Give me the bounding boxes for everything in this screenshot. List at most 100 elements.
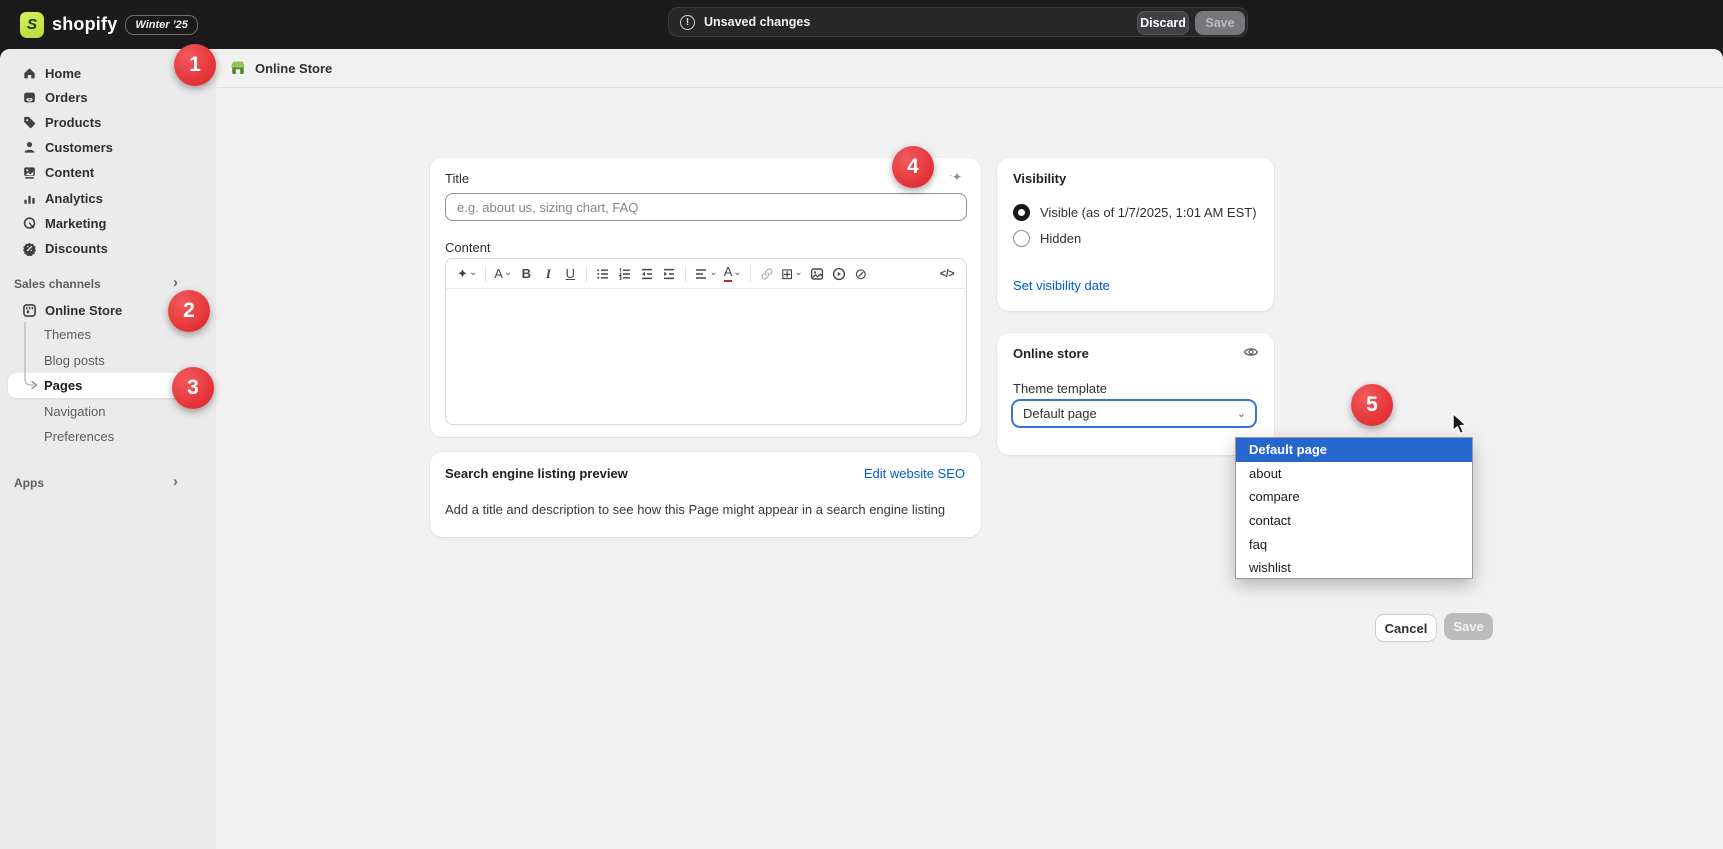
seo-card-title: Search engine listing preview bbox=[445, 466, 628, 481]
visibility-card-title: Visibility bbox=[1013, 171, 1066, 186]
dropdown-option-wishlist[interactable]: wishlist bbox=[1236, 556, 1472, 580]
outdent-icon[interactable] bbox=[637, 263, 657, 285]
breadcrumb-bar: Online Store bbox=[216, 49, 1723, 88]
sparkle-icon[interactable]: ˖✦ bbox=[949, 170, 962, 184]
dropdown-option-default-page[interactable]: Default page bbox=[1236, 438, 1472, 462]
version-badge: Winter ’25 bbox=[125, 15, 197, 35]
home-icon bbox=[22, 66, 37, 81]
sidebar-item-blog-posts[interactable]: Blog posts bbox=[8, 348, 190, 373]
bold-icon[interactable]: B bbox=[516, 263, 536, 285]
link-icon[interactable] bbox=[757, 263, 777, 285]
online-store-card-title: Online store bbox=[1013, 346, 1089, 361]
clear-format-icon[interactable]: ⊘ bbox=[851, 263, 871, 285]
set-visibility-date-link[interactable]: Set visibility date bbox=[1013, 278, 1110, 293]
sidebar-item-discounts[interactable]: Discounts bbox=[8, 236, 190, 260]
sidebar-item-themes[interactable]: Themes bbox=[8, 322, 190, 347]
save-button[interactable]: Save bbox=[1444, 613, 1493, 640]
sidebar-item-analytics[interactable]: Analytics bbox=[8, 186, 190, 210]
editor-toolbar: ✦⌄ A⌄ B I U ⌄ A⌄ ⊞⌄ ⊘ </> bbox=[446, 259, 966, 289]
hidden-radio-option[interactable]: Hidden bbox=[1013, 230, 1081, 247]
sidebar-item-online-store[interactable]: Online Store bbox=[8, 298, 190, 322]
apps-header[interactable]: Apps › bbox=[8, 472, 190, 494]
seo-card-description: Add a title and description to see how t… bbox=[445, 502, 945, 517]
eye-icon[interactable] bbox=[1243, 345, 1259, 364]
sidebar-item-customers[interactable]: Customers bbox=[8, 135, 190, 159]
sidebar-item-products[interactable]: Products bbox=[8, 110, 190, 134]
theme-template-value: Default page bbox=[1023, 406, 1097, 421]
discard-button[interactable]: Discard bbox=[1137, 11, 1189, 35]
annotation-badge-5: 5 bbox=[1351, 384, 1393, 426]
video-icon[interactable] bbox=[829, 263, 849, 285]
annotation-badge-4: 4 bbox=[892, 146, 934, 188]
products-icon bbox=[22, 115, 37, 130]
sidebar-item-home[interactable]: Home bbox=[8, 61, 190, 85]
theme-template-select[interactable]: Default page ⌄ bbox=[1011, 399, 1257, 428]
title-field-label: Title bbox=[445, 171, 469, 186]
shopify-bag-icon: S bbox=[20, 12, 44, 38]
bullet-list-icon[interactable] bbox=[593, 263, 613, 285]
ai-magic-icon[interactable]: ✦⌄ bbox=[455, 263, 479, 285]
annotation-badge-3: 3 bbox=[172, 367, 214, 409]
toolbar-divider bbox=[586, 266, 587, 282]
underline-icon[interactable]: U bbox=[560, 263, 580, 285]
page-details-card: Title ˖✦ Content ✦⌄ A⌄ B I U ⌄ A⌄ bbox=[430, 158, 981, 437]
toolbar-divider bbox=[750, 266, 751, 282]
top-bar: S shopify Winter ’25 ! Unsaved changes D… bbox=[0, 0, 1723, 49]
image-icon[interactable] bbox=[807, 263, 827, 285]
toolbar-divider bbox=[485, 266, 486, 282]
online-store-card: Online store Theme template Default page… bbox=[997, 333, 1274, 455]
storefront-icon bbox=[22, 303, 37, 318]
table-icon[interactable]: ⊞⌄ bbox=[779, 263, 805, 285]
dropdown-option-contact[interactable]: contact bbox=[1236, 509, 1472, 533]
sidebar-item-orders[interactable]: Orders bbox=[8, 85, 190, 109]
chevron-right-icon: › bbox=[173, 473, 178, 490]
sales-channels-header[interactable]: Sales channels › bbox=[8, 273, 190, 295]
annotation-badge-1: 1 bbox=[174, 44, 216, 86]
discounts-icon bbox=[22, 241, 37, 256]
sidebar-item-navigation[interactable]: Navigation bbox=[8, 399, 190, 424]
sidebar: Home Orders Products Customers Content A… bbox=[0, 49, 216, 849]
italic-icon[interactable]: I bbox=[538, 263, 558, 285]
numbered-list-icon[interactable] bbox=[615, 263, 635, 285]
visible-radio-option[interactable]: Visible (as of 1/7/2025, 1:01 AM EST) bbox=[1013, 204, 1257, 221]
save-button-topbar[interactable]: Save bbox=[1195, 11, 1245, 35]
indent-icon[interactable] bbox=[659, 263, 679, 285]
orders-icon bbox=[22, 90, 37, 105]
edit-website-seo-link[interactable]: Edit website SEO bbox=[864, 466, 965, 481]
rich-text-editor: ✦⌄ A⌄ B I U ⌄ A⌄ ⊞⌄ ⊘ </> bbox=[445, 258, 967, 425]
theme-template-label: Theme template bbox=[1013, 381, 1107, 396]
text-style-icon[interactable]: A⌄ bbox=[492, 263, 514, 285]
breadcrumb: Online Store bbox=[255, 61, 332, 76]
unsaved-changes-banner: ! Unsaved changes Discard Save bbox=[668, 7, 1248, 37]
toolbar-divider bbox=[685, 266, 686, 282]
chevron-right-icon: › bbox=[173, 274, 178, 291]
code-icon[interactable]: </> bbox=[937, 263, 957, 285]
radio-unselected-icon[interactable] bbox=[1013, 230, 1030, 247]
text-color-icon[interactable]: A⌄ bbox=[722, 263, 744, 285]
annotation-badge-2: 2 bbox=[168, 290, 210, 332]
sidebar-item-content[interactable]: Content bbox=[8, 160, 190, 184]
seo-card: Search engine listing preview Edit websi… bbox=[430, 452, 981, 537]
visibility-card: Visibility Visible (as of 1/7/2025, 1:01… bbox=[997, 158, 1274, 311]
content-icon bbox=[22, 165, 37, 180]
unsaved-changes-text: Unsaved changes bbox=[704, 15, 810, 29]
title-input[interactable] bbox=[445, 193, 967, 221]
theme-template-dropdown: Default page about compare contact faq w… bbox=[1235, 437, 1473, 579]
content-editor[interactable] bbox=[446, 289, 966, 425]
sidebar-item-marketing[interactable]: Marketing bbox=[8, 211, 190, 235]
radio-selected-icon[interactable] bbox=[1013, 204, 1030, 221]
marketing-icon bbox=[22, 216, 37, 231]
shopify-logo[interactable]: S shopify Winter ’25 bbox=[20, 11, 198, 38]
alert-icon: ! bbox=[680, 15, 695, 30]
cancel-button[interactable]: Cancel bbox=[1375, 614, 1437, 642]
shopify-wordmark: shopify bbox=[52, 14, 117, 35]
dropdown-option-about[interactable]: about bbox=[1236, 462, 1472, 486]
online-store-icon bbox=[229, 59, 247, 77]
align-icon[interactable]: ⌄ bbox=[692, 263, 719, 285]
sidebar-item-pages[interactable]: Pages bbox=[8, 373, 190, 398]
mouse-cursor-icon bbox=[1449, 412, 1470, 436]
dropdown-option-faq[interactable]: faq bbox=[1236, 532, 1472, 556]
dropdown-option-compare[interactable]: compare bbox=[1236, 485, 1472, 509]
customers-icon bbox=[22, 140, 37, 155]
sidebar-item-preferences[interactable]: Preferences bbox=[8, 424, 190, 449]
